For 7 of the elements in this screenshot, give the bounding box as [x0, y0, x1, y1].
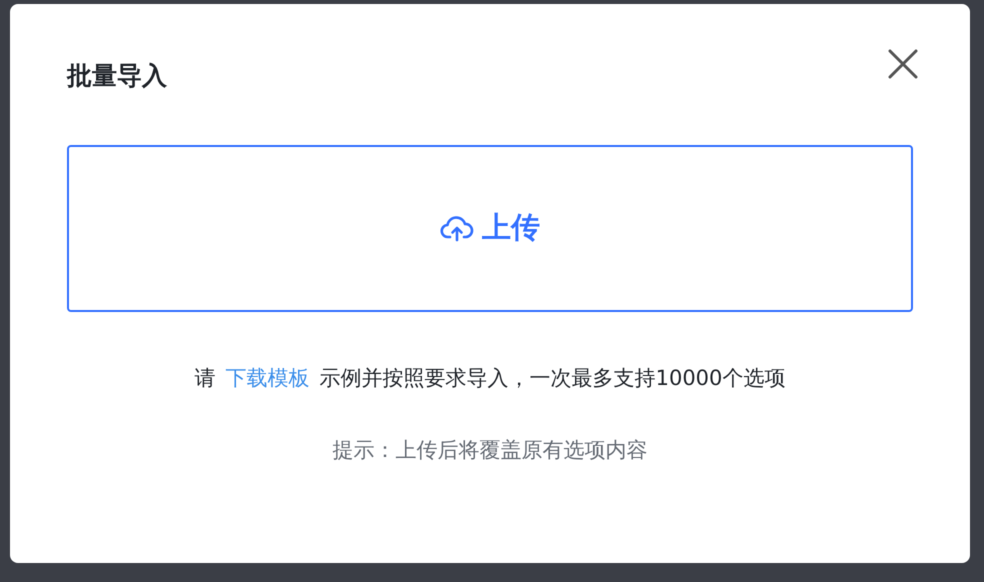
dialog-title: 批量导入	[67, 60, 167, 92]
upload-button[interactable]: 上传	[67, 144, 913, 312]
cloud-upload-icon	[440, 214, 474, 242]
hint-text: 提示：上传后将覆盖原有选项内容	[332, 436, 648, 464]
close-icon	[887, 48, 919, 80]
download-template-link[interactable]: 下载模板	[226, 366, 310, 390]
instruction-text: 请 下载模板 示例并按照要求导入，一次最多支持10000个选项	[194, 364, 786, 392]
